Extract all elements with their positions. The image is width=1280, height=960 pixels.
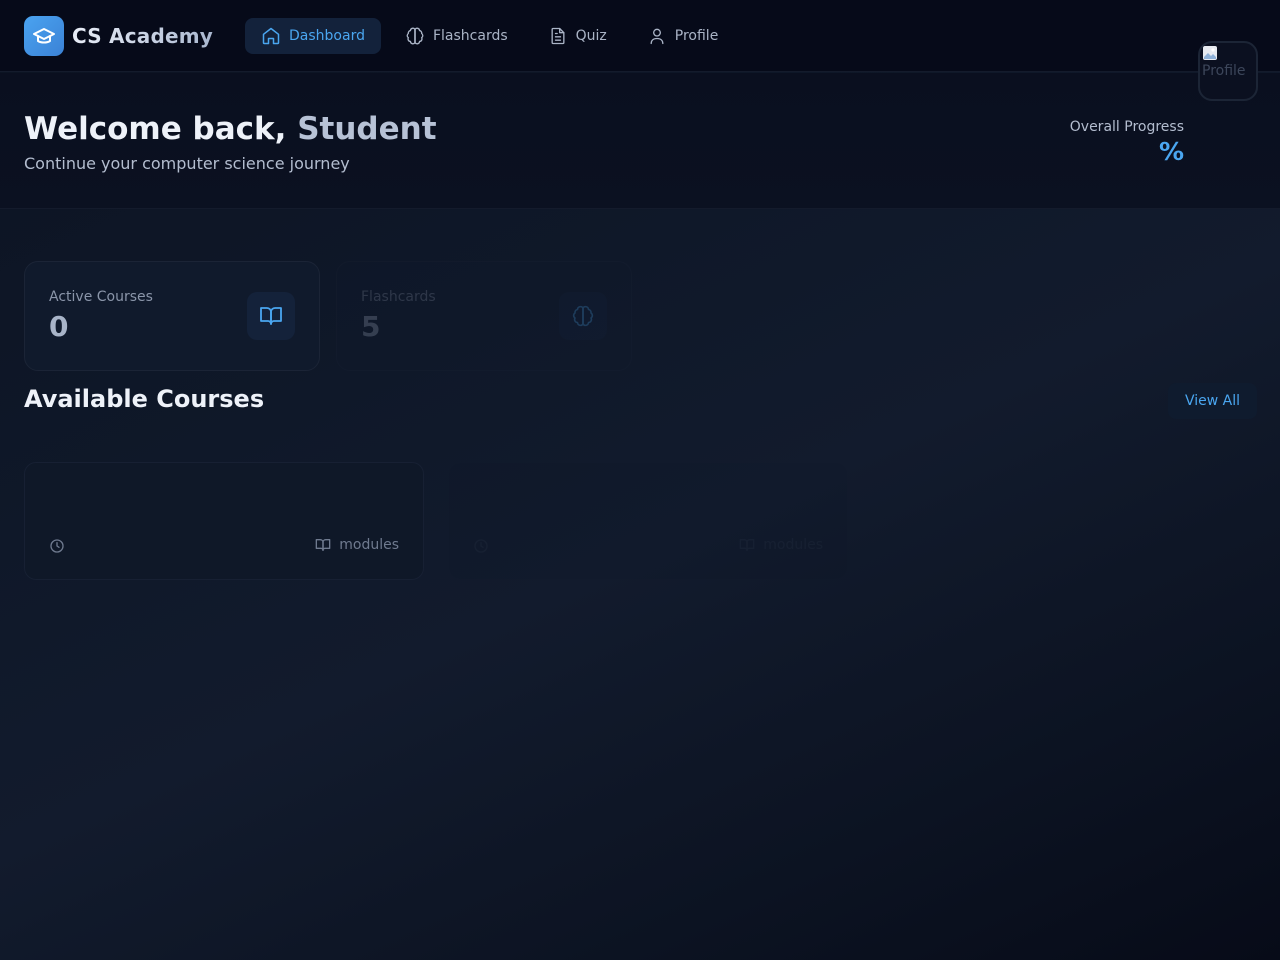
course-card[interactable]: modules bbox=[24, 462, 424, 580]
stat-label: Flashcards bbox=[361, 289, 436, 305]
welcome-hero: Welcome back, Student Continue your comp… bbox=[0, 73, 1280, 209]
clock-icon bbox=[50, 539, 64, 553]
broken-image-icon bbox=[1203, 46, 1217, 60]
modules-label: modules bbox=[339, 537, 399, 553]
user-icon bbox=[650, 28, 664, 44]
brain-icon bbox=[559, 292, 607, 340]
document-icon bbox=[551, 27, 565, 44]
nav-item-flashcards[interactable]: Flashcards bbox=[389, 18, 524, 54]
brain-icon bbox=[406, 27, 424, 44]
page-title: Welcome back, Student bbox=[24, 111, 437, 147]
home-icon bbox=[262, 27, 280, 44]
graduation-cap-icon bbox=[24, 15, 64, 56]
greeting-text: Welcome back, bbox=[24, 111, 287, 147]
stat-value: 5 bbox=[361, 310, 381, 343]
book-open-icon bbox=[315, 539, 331, 551]
course-modules: modules bbox=[739, 537, 823, 553]
nav-label-dashboard: Dashboard bbox=[289, 27, 365, 44]
stat-card-active-courses: Active Courses 0 bbox=[24, 261, 320, 371]
course-duration bbox=[49, 538, 73, 554]
top-navbar: CS Academy Dashboard Flashcards Quiz Pro… bbox=[0, 0, 1280, 72]
section-title: Available Courses bbox=[24, 385, 265, 413]
nav-item-profile[interactable]: Profile bbox=[631, 18, 735, 54]
clock-icon bbox=[474, 539, 488, 553]
avatar-alt-text: Profile bbox=[1202, 63, 1246, 79]
stat-value: 0 bbox=[49, 310, 69, 343]
course-card[interactable]: modules bbox=[448, 462, 848, 580]
overall-progress: Overall Progress % bbox=[1070, 119, 1184, 166]
progress-label: Overall Progress bbox=[1069, 119, 1184, 135]
avatar[interactable]: Profile bbox=[1198, 41, 1258, 101]
app-name: CS Academy bbox=[72, 23, 214, 48]
view-all-button[interactable]: View All bbox=[1168, 383, 1257, 419]
student-name: Student bbox=[297, 111, 437, 147]
nav-label-quiz: Quiz bbox=[575, 27, 607, 44]
course-modules: modules bbox=[315, 537, 399, 553]
nav-item-dashboard[interactable]: Dashboard bbox=[245, 17, 381, 54]
nav-label-flashcards: Flashcards bbox=[432, 27, 508, 44]
course-duration bbox=[473, 538, 497, 554]
stat-label: Active Courses bbox=[49, 289, 153, 305]
stat-card-flashcards: Flashcards 5 bbox=[336, 261, 632, 371]
book-open-icon bbox=[247, 292, 295, 340]
progress-value: % bbox=[1158, 137, 1184, 166]
modules-label: modules bbox=[763, 537, 823, 553]
nav-item-quiz[interactable]: Quiz bbox=[532, 18, 623, 54]
nav-label-profile: Profile bbox=[674, 27, 719, 44]
brand[interactable]: CS Academy bbox=[24, 15, 214, 56]
page-subtitle: Continue your computer science journey bbox=[24, 154, 350, 173]
book-open-icon bbox=[739, 539, 755, 551]
